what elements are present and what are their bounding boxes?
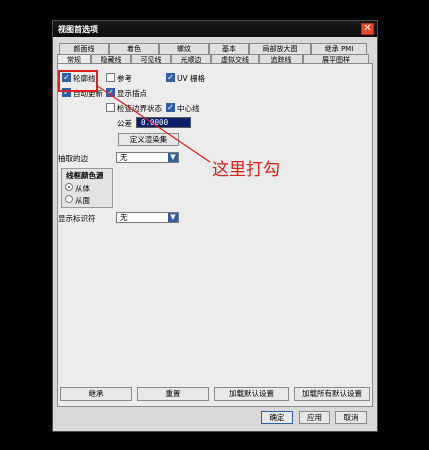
extract-edges-value: 无 xyxy=(120,153,128,162)
ok-button[interactable]: 确定 xyxy=(261,411,293,424)
chevron-down-icon: ▼ xyxy=(168,153,178,162)
annotation-text: 这里打勾 xyxy=(212,160,280,180)
display-identifier-select[interactable]: 无 ▼ xyxy=(116,212,179,223)
annotation-arrow xyxy=(95,84,211,163)
from-body-label: 从体 xyxy=(75,184,90,193)
reset-button[interactable]: 重置 xyxy=(137,387,209,401)
chevron-down-icon: ▼ xyxy=(168,213,178,222)
from-body-radio[interactable] xyxy=(65,183,73,191)
load-defaults-button[interactable]: 加载默认设置 xyxy=(214,387,289,401)
from-face-label: 从面 xyxy=(75,196,90,205)
display-identifier-value: 无 xyxy=(120,213,128,222)
apply-button[interactable]: 应用 xyxy=(299,411,330,424)
from-face-radio[interactable] xyxy=(65,195,73,203)
inherit-button[interactable]: 继承 xyxy=(60,387,132,401)
display-identifier-label: 显示标识符 xyxy=(58,214,96,223)
extract-edges-label: 抽取的边 xyxy=(58,154,88,163)
load-all-defaults-button[interactable]: 加载所有默认设置 xyxy=(294,387,370,401)
extract-edges-select[interactable]: 无 ▼ xyxy=(116,152,179,163)
cancel-button[interactable]: 取消 xyxy=(335,411,367,424)
line-color-source-title: 线框颜色源 xyxy=(66,171,104,180)
line-color-source-group: 线框颜色源 从体 从面 xyxy=(61,168,113,208)
